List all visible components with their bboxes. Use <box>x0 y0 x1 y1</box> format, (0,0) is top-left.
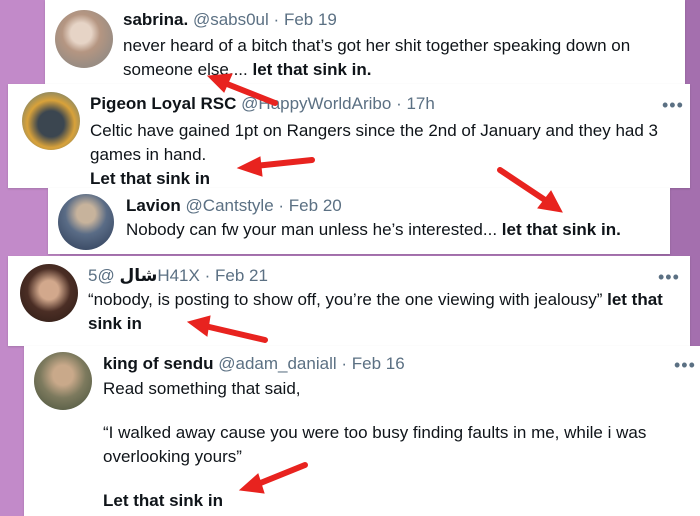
arrow-1-shaft <box>219 79 278 106</box>
arrow-4-head <box>186 315 211 337</box>
arrow-5-shaft <box>255 462 308 487</box>
arrow-1-head <box>206 73 233 93</box>
arrow-3-shaft <box>497 167 551 205</box>
arrow-2-shaft <box>252 157 315 169</box>
annotation-arrow <box>186 73 563 494</box>
arrow-5-head <box>238 473 265 494</box>
arrow-2-head <box>236 156 263 177</box>
arrow-4-shaft <box>202 323 268 343</box>
